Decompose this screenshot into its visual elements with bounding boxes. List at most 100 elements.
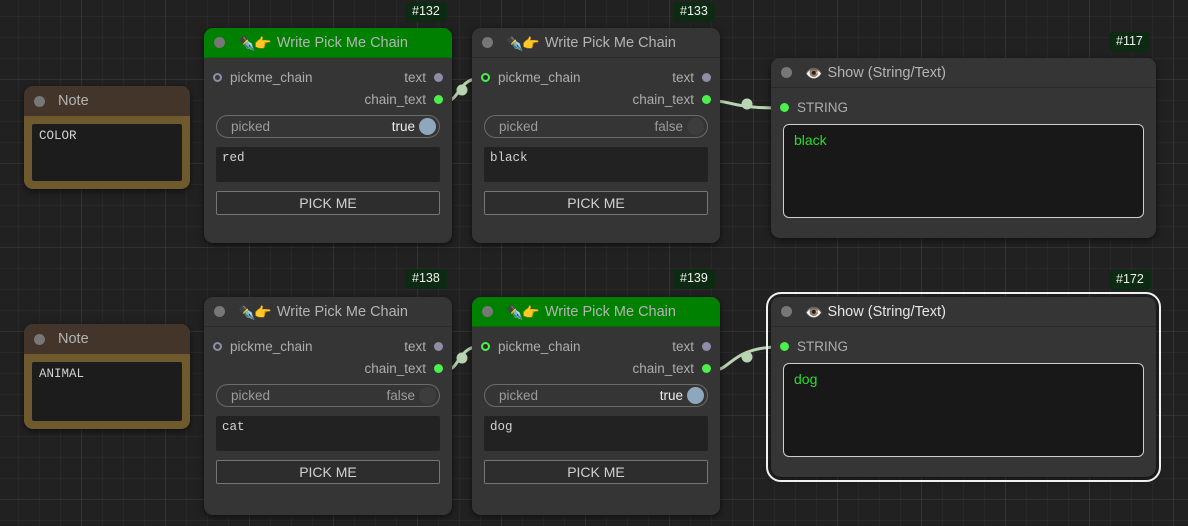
toggle-knob-icon[interactable] [419, 118, 436, 135]
output-slot-dot-chain-text[interactable] [702, 95, 711, 104]
node-body: STRING black [771, 96, 1156, 218]
toggle-label: picked [231, 119, 270, 134]
eye-icon: 👁️ [805, 305, 821, 319]
node-title-label: Write Pick Me Chain [277, 304, 408, 320]
output-slot-dot-chain-text[interactable] [702, 364, 711, 373]
link-133-to-117 [715, 101, 779, 108]
show-output-box[interactable]: dog [783, 363, 1144, 457]
input-slot-dot-string[interactable] [780, 342, 789, 351]
output-slot-label-text: text [672, 339, 694, 354]
link-midpoint-dot [457, 353, 468, 364]
collapse-dot-icon[interactable] [781, 67, 792, 78]
output-slot-label-chain-text: chain_text [364, 92, 426, 107]
link-midpoint-dot [742, 352, 753, 363]
output-slot-dot-chain-text[interactable] [434, 95, 443, 104]
slot-row-string: STRING [771, 335, 1156, 357]
picked-toggle[interactable]: picked false [484, 115, 708, 138]
collapse-dot-icon[interactable] [781, 306, 792, 317]
node-title-label: Write Pick Me Chain [277, 35, 408, 51]
input-slot-dot-string[interactable] [780, 103, 789, 112]
pick-me-button[interactable]: PICK ME [216, 460, 440, 484]
slot-row-chain-text: chain_text [472, 88, 720, 110]
note-text-area[interactable]: ANIMAL [32, 362, 182, 421]
node-graph-canvas[interactable]: Note COLOR Note ANIMAL #132 ✒️👉 Write Pi… [0, 0, 1188, 526]
output-slot-label-chain-text: chain_text [632, 361, 694, 376]
output-slot-label-text: text [404, 70, 426, 85]
collapse-dot-icon[interactable] [34, 96, 45, 107]
pick-me-button[interactable]: PICK ME [484, 460, 708, 484]
input-slot-dot-pickme-chain[interactable] [481, 342, 490, 351]
collapse-dot-icon[interactable] [214, 306, 225, 317]
picked-toggle[interactable]: picked false [216, 384, 440, 407]
input-slot-dot-pickme-chain[interactable] [481, 73, 490, 82]
collapse-dot-icon[interactable] [482, 306, 493, 317]
toggle-knob-icon[interactable] [687, 387, 704, 404]
note-body: ANIMAL [24, 354, 190, 429]
node-body: pickme_chain text chain_text picked true… [204, 66, 452, 215]
node-write-pick-me-chain-138[interactable]: ✒️👉 Write Pick Me Chain pickme_chain tex… [204, 297, 452, 515]
node-body: STRING dog [771, 335, 1156, 457]
note-node-animal[interactable]: Note ANIMAL [24, 324, 190, 429]
node-title-bar[interactable]: 👁️ Show (String/Text) [771, 58, 1156, 88]
collapse-dot-icon[interactable] [482, 37, 493, 48]
node-title-bar[interactable]: ✒️👉 Write Pick Me Chain [204, 297, 452, 327]
node-show-string-text-117[interactable]: 👁️ Show (String/Text) STRING black [771, 58, 1156, 238]
show-output-box[interactable]: black [783, 124, 1144, 218]
pen-and-pointing-hand-icon: ✒️👉 [238, 305, 271, 319]
text-input-field[interactable]: dog [484, 416, 708, 451]
input-slot-label: STRING [797, 339, 848, 354]
node-title-bar[interactable]: ✒️👉 Write Pick Me Chain [472, 297, 720, 327]
node-title-label: Show (String/Text) [827, 65, 945, 81]
text-input-field[interactable]: red [216, 147, 440, 182]
toggle-knob-icon[interactable] [687, 118, 704, 135]
note-body: COLOR [24, 116, 190, 189]
picked-toggle[interactable]: picked true [484, 384, 708, 407]
node-title-bar[interactable]: 👁️ Show (String/Text) [771, 297, 1156, 327]
node-id-badge-139: #139 [673, 269, 715, 289]
link-139-to-172 [715, 347, 779, 370]
slot-row-pickme-chain: pickme_chain text [204, 335, 452, 357]
node-body: pickme_chain text chain_text picked true… [472, 335, 720, 484]
node-write-pick-me-chain-133[interactable]: ✒️👉 Write Pick Me Chain pickme_chain tex… [472, 28, 720, 243]
input-slot-label: pickme_chain [498, 339, 581, 354]
output-slot-dot-text[interactable] [702, 73, 711, 82]
picked-toggle[interactable]: picked true [216, 115, 440, 138]
slot-row-pickme-chain: pickme_chain text [472, 66, 720, 88]
note-node-color[interactable]: Note COLOR [24, 86, 190, 189]
toggle-value: false [386, 388, 415, 403]
node-title-bar[interactable]: ✒️👉 Write Pick Me Chain [472, 28, 720, 58]
toggle-value: true [660, 388, 683, 403]
node-title-bar[interactable]: ✒️👉 Write Pick Me Chain [204, 28, 452, 58]
output-slot-dot-text[interactable] [702, 342, 711, 351]
input-slot-dot-pickme-chain[interactable] [213, 342, 222, 351]
collapse-dot-icon[interactable] [214, 37, 225, 48]
toggle-knob-icon[interactable] [419, 387, 436, 404]
link-midpoint-dot [742, 99, 753, 110]
output-slot-dot-text[interactable] [434, 73, 443, 82]
eye-icon: 👁️ [805, 66, 821, 80]
output-slot-dot-text[interactable] [434, 342, 443, 351]
text-input-field[interactable]: black [484, 147, 708, 182]
node-write-pick-me-chain-132[interactable]: ✒️👉 Write Pick Me Chain pickme_chain tex… [204, 28, 452, 243]
node-show-string-text-172[interactable]: 👁️ Show (String/Text) STRING dog [771, 297, 1156, 477]
input-slot-dot-pickme-chain[interactable] [213, 73, 222, 82]
node-title-label: Note [58, 331, 89, 347]
node-id-badge-138: #138 [405, 269, 447, 289]
slot-row-pickme-chain: pickme_chain text [204, 66, 452, 88]
input-slot-label: STRING [797, 100, 848, 115]
note-title-bar[interactable]: Note [24, 324, 190, 354]
pen-and-pointing-hand-icon: ✒️👉 [506, 305, 539, 319]
slot-row-chain-text: chain_text [472, 357, 720, 379]
text-input-field[interactable]: cat [216, 416, 440, 451]
collapse-dot-icon[interactable] [34, 334, 45, 345]
output-slot-dot-chain-text[interactable] [434, 364, 443, 373]
node-id-badge-133: #133 [673, 2, 715, 22]
note-text-area[interactable]: COLOR [32, 124, 182, 181]
node-write-pick-me-chain-139[interactable]: ✒️👉 Write Pick Me Chain pickme_chain tex… [472, 297, 720, 515]
pick-me-button[interactable]: PICK ME [484, 191, 708, 215]
pick-me-button[interactable]: PICK ME [216, 191, 440, 215]
toggle-value: false [654, 119, 683, 134]
node-title-label: Show (String/Text) [827, 304, 945, 320]
node-id-badge-117: #117 [1109, 32, 1150, 52]
note-title-bar[interactable]: Note [24, 86, 190, 116]
